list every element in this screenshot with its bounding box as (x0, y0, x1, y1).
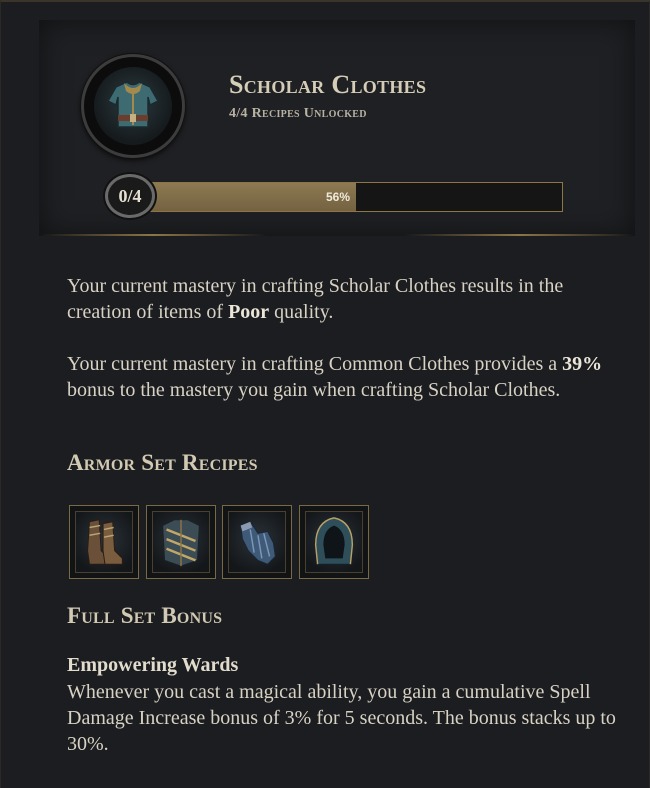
armor-set-title: Armor Set Recipes (67, 450, 258, 475)
header-divider-left (39, 234, 267, 236)
mastery-progress-label: 56% (325, 190, 350, 204)
quality-value: Poor (228, 301, 270, 323)
bonus-description-text: Your current mastery in crafting Common … (67, 353, 563, 375)
gloves-icon (228, 511, 286, 573)
bonus-description: Your current mastery in crafting Common … (67, 351, 627, 403)
crafting-mastery-panel: Scholar Clothes 4/4 Recipes Unlocked 56%… (0, 0, 650, 788)
set-bonus-title: Full Set Bonus (67, 603, 223, 628)
mastery-progress-bar: 56% (131, 182, 563, 212)
hood-icon (305, 511, 363, 573)
item-icon-frame (81, 54, 185, 158)
quality-description-end: quality. (269, 301, 334, 323)
quality-description: Your current mastery in crafting Scholar… (67, 273, 627, 325)
recipe-slot-gloves[interactable] (222, 505, 292, 579)
set-bonus-description: Whenever you cast a magical ability, you… (67, 681, 616, 755)
bonus-value: 39% (562, 353, 603, 375)
boots-icon (75, 511, 133, 573)
recipe-slot-chest[interactable] (146, 505, 216, 579)
recipe-slot-hood[interactable] (299, 505, 369, 579)
recipe-slot-boots[interactable] (69, 505, 139, 579)
chest-armor-icon (152, 511, 210, 573)
cloth-shirt-icon (94, 67, 172, 145)
header-divider-right (403, 234, 635, 236)
recipes-unlocked-label: 4/4 Recipes Unlocked (229, 106, 367, 121)
mastery-level-badge: 0/4 (105, 174, 155, 218)
bonus-description-end: bonus to the mastery you gain when craft… (67, 379, 561, 401)
set-bonus-name: Empowering Wards (67, 654, 239, 676)
item-title: Scholar Clothes (229, 70, 427, 99)
